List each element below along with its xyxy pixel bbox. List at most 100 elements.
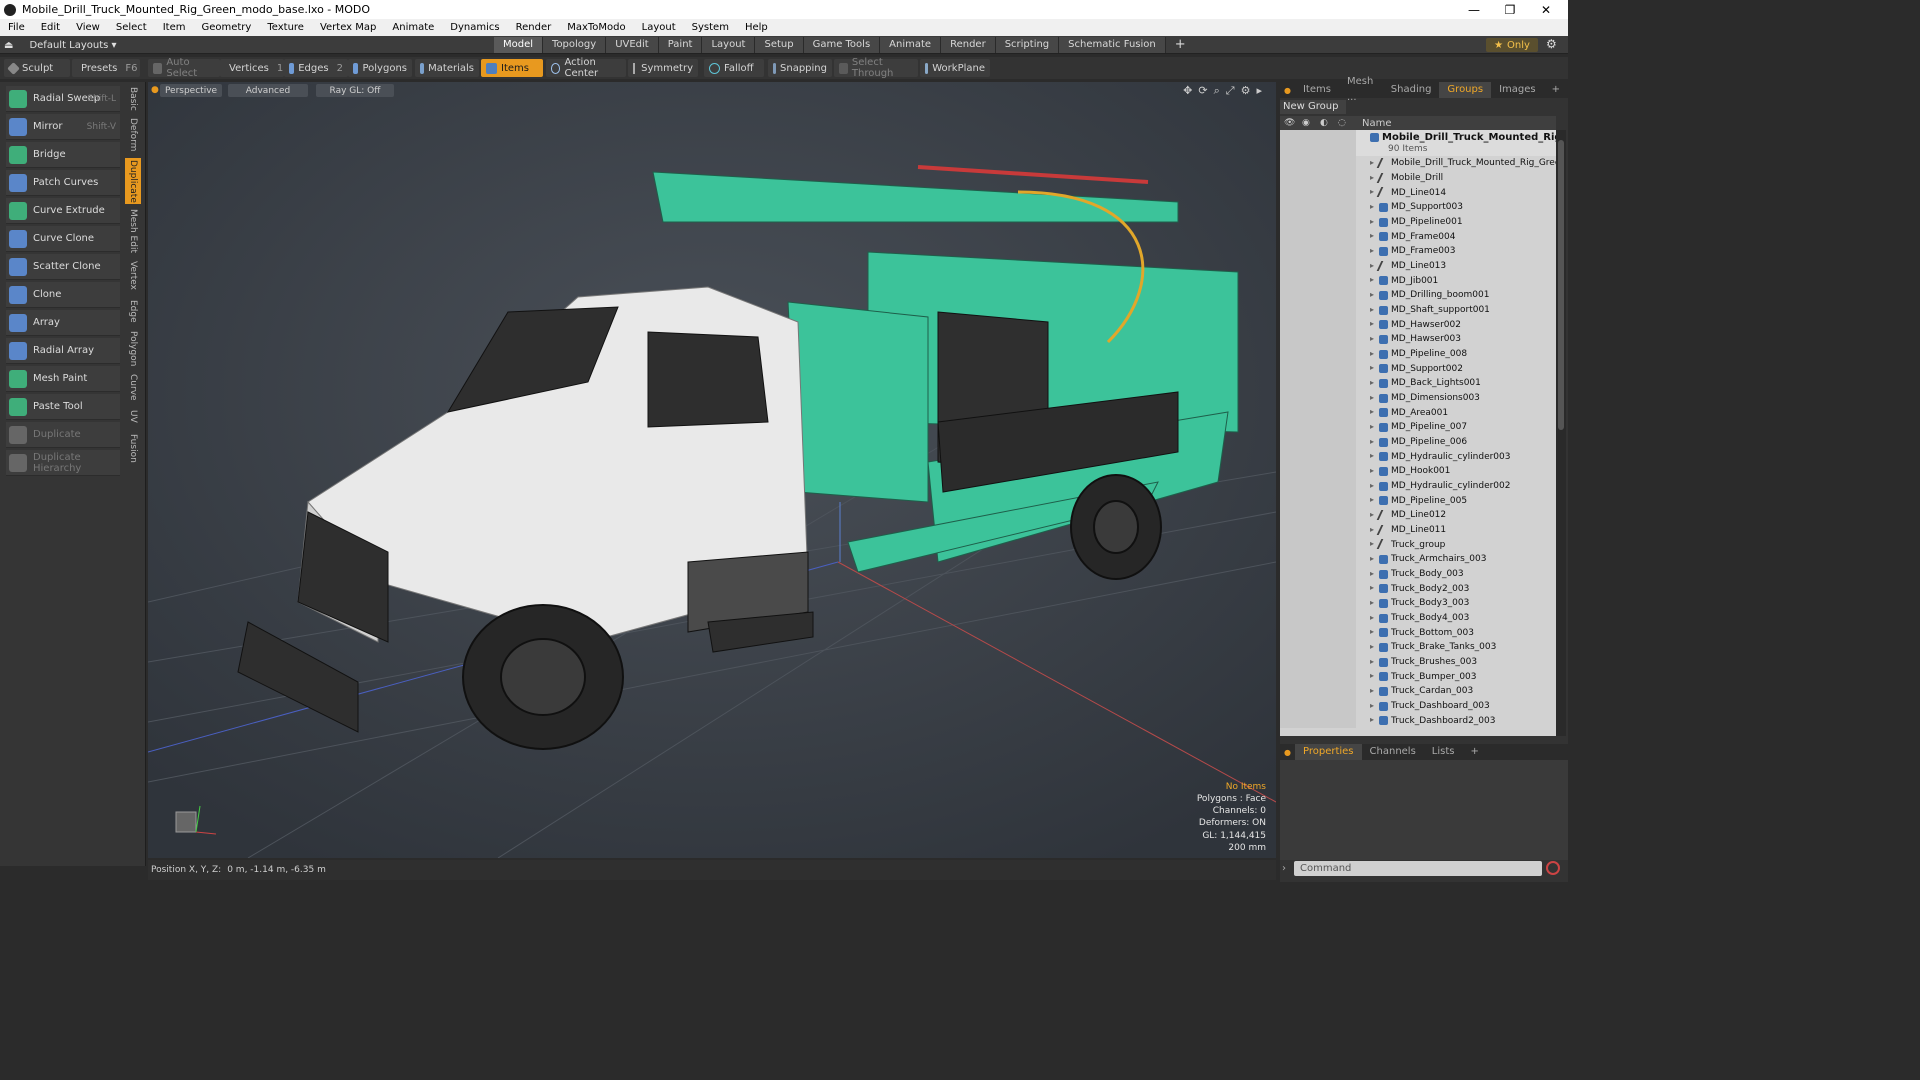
list-item[interactable]: ▸ MD_Frame003 bbox=[1280, 244, 1556, 259]
expand-arrow-icon[interactable]: ▸ bbox=[1370, 275, 1374, 284]
panel-options-icon[interactable]: ● bbox=[1280, 86, 1295, 95]
list-item[interactable]: ▸ MD_Line012 bbox=[1280, 508, 1556, 523]
presets-button[interactable]: Presets F6 bbox=[72, 59, 140, 77]
list-item[interactable]: ▸ MD_Hydraulic_cylinder003 bbox=[1280, 449, 1556, 465]
expand-arrow-icon[interactable]: ▸ bbox=[1370, 246, 1374, 255]
list-item[interactable]: ▸ MD_Pipeline_006 bbox=[1280, 434, 1556, 450]
tool-patch-curves[interactable]: Patch Curves bbox=[6, 170, 120, 196]
pan-icon[interactable]: ✥ bbox=[1183, 84, 1192, 98]
list-item[interactable]: ▸ MD_Hawser002 bbox=[1280, 317, 1556, 333]
list-item[interactable]: ▸ MD_Back_Lights001 bbox=[1280, 376, 1556, 391]
vtab-duplicate[interactable]: Duplicate bbox=[125, 158, 141, 204]
tab-animate[interactable]: Animate bbox=[880, 37, 942, 53]
menu-maxtomodo[interactable]: MaxToModo bbox=[559, 22, 633, 33]
expand-arrow-icon[interactable]: ▸ bbox=[1370, 510, 1374, 519]
list-item[interactable]: ▸ Truck_Body3_003 bbox=[1280, 596, 1556, 611]
list-item[interactable]: ▸ MD_Support002 bbox=[1280, 361, 1556, 377]
tool-radial-sweep[interactable]: Radial Sweep Shift-L bbox=[6, 86, 120, 112]
list-item[interactable]: ▸ MD_Frame004 bbox=[1280, 229, 1556, 244]
menu-item[interactable]: Item bbox=[155, 22, 194, 33]
expand-arrow-icon[interactable]: ▸ bbox=[1370, 261, 1374, 270]
expand-arrow-icon[interactable]: ▸ bbox=[1370, 305, 1374, 314]
list-item[interactable]: ▸ MD_Jib001 bbox=[1280, 273, 1556, 289]
tool-bridge[interactable]: Bridge bbox=[6, 142, 120, 168]
properties-options-icon[interactable]: ● bbox=[1280, 748, 1295, 757]
list-item[interactable]: ▸ Truck_Brake_Tanks_003 bbox=[1280, 640, 1556, 655]
menu-help[interactable]: Help bbox=[737, 22, 776, 33]
expand-arrow-icon[interactable]: ▸ bbox=[1370, 495, 1374, 504]
tab-topology[interactable]: Topology bbox=[543, 37, 607, 53]
tool-array[interactable]: Array bbox=[6, 310, 120, 336]
tab-groups[interactable]: Groups bbox=[1439, 82, 1492, 98]
expand-arrow-icon[interactable]: ▸ bbox=[1370, 349, 1374, 358]
tab-render[interactable]: Render bbox=[941, 37, 996, 53]
menu-file[interactable]: File bbox=[0, 22, 33, 33]
tool-curve-extrude[interactable]: Curve Extrude bbox=[6, 198, 120, 224]
command-input[interactable]: Command bbox=[1294, 861, 1542, 876]
tab-layout[interactable]: Layout bbox=[702, 37, 756, 53]
list-item[interactable]: ▸ MD_Line014 bbox=[1280, 185, 1556, 200]
expand-arrow-icon[interactable]: ▸ bbox=[1370, 319, 1374, 328]
tool-clone[interactable]: Clone bbox=[6, 282, 120, 308]
lock-column-icon[interactable]: ◉ bbox=[1302, 118, 1310, 128]
list-item[interactable]: ▸ Truck_Body4_003 bbox=[1280, 610, 1556, 626]
expand-arrow-icon[interactable]: ▸ bbox=[1370, 671, 1374, 680]
list-item[interactable]: ▸ MD_Pipeline001 bbox=[1280, 214, 1556, 230]
expand-arrow-icon[interactable]: ▸ bbox=[1370, 393, 1374, 402]
list-item[interactable]: ▸ Truck_Cardan_003 bbox=[1280, 684, 1556, 699]
only-toggle[interactable]: ★ Only bbox=[1486, 38, 1538, 52]
tab-lists[interactable]: Lists bbox=[1424, 744, 1463, 760]
expand-arrow-icon[interactable]: ▸ bbox=[1370, 290, 1374, 299]
edges-button[interactable]: Edges 2 bbox=[284, 59, 348, 77]
tab-images[interactable]: Images bbox=[1491, 82, 1544, 98]
group-row[interactable]: Mobile_Drill_Truck_Mounted_Rig_... 90 It… bbox=[1280, 130, 1556, 156]
list-item[interactable]: ▸ Truck_Bottom_003 bbox=[1280, 625, 1556, 641]
menu-geometry[interactable]: Geometry bbox=[193, 22, 259, 33]
tool-duplicate-hierarchy[interactable]: Duplicate Hierarchy bbox=[6, 450, 120, 476]
maximize-button[interactable]: ❐ bbox=[1492, 0, 1528, 19]
tool-paste-tool[interactable]: Paste Tool bbox=[6, 394, 120, 420]
materials-button[interactable]: Materials bbox=[415, 59, 479, 77]
expand-arrow-icon[interactable]: ▸ bbox=[1370, 451, 1374, 460]
name-column-header[interactable]: Name bbox=[1362, 118, 1392, 129]
expand-arrow-icon[interactable]: ▸ bbox=[1370, 422, 1374, 431]
select-column-icon[interactable]: ◌ bbox=[1338, 118, 1346, 128]
list-item[interactable]: ▸ MD_Support003 bbox=[1280, 200, 1556, 215]
menu-layout[interactable]: Layout bbox=[634, 22, 684, 33]
tool-curve-clone[interactable]: Curve Clone bbox=[6, 226, 120, 252]
tool-duplicate[interactable]: Duplicate bbox=[6, 422, 120, 448]
tool-mesh-paint[interactable]: Mesh Paint bbox=[6, 366, 120, 392]
scrollbar-thumb[interactable] bbox=[1558, 140, 1564, 430]
expand-arrow-icon[interactable]: ▸ bbox=[1370, 539, 1374, 548]
select-through-button[interactable]: Select Through bbox=[834, 57, 918, 79]
tab-scripting[interactable]: Scripting bbox=[995, 37, 1060, 53]
vtab-uv[interactable]: UV bbox=[125, 406, 141, 426]
menu-view[interactable]: View bbox=[68, 22, 108, 33]
layout-selector[interactable]: ⏏ Default Layouts ▾ bbox=[4, 36, 117, 54]
list-item[interactable]: ▸ MD_Pipeline_007 bbox=[1280, 420, 1556, 435]
vtab-basic[interactable]: Basic bbox=[125, 84, 141, 114]
expand-arrow-icon[interactable]: ▸ bbox=[1370, 642, 1374, 651]
list-item[interactable]: ▸ Truck_Brushes_003 bbox=[1280, 654, 1556, 670]
expand-arrow-icon[interactable]: ▸ bbox=[1370, 158, 1374, 167]
list-item[interactable]: ▸ Truck_Body2_003 bbox=[1280, 581, 1556, 597]
list-item[interactable]: ▸ Truck_group bbox=[1280, 537, 1556, 553]
menu-render[interactable]: Render bbox=[508, 22, 560, 33]
shading-dropdown[interactable]: Advanced bbox=[228, 84, 308, 97]
vertices-button[interactable]: Vertices 1 bbox=[220, 59, 284, 77]
add-tab-button[interactable]: + bbox=[1166, 37, 1195, 53]
list-item[interactable]: ▸ Truck_Armchairs_003 bbox=[1280, 552, 1556, 567]
viewport-expand-icon[interactable]: ▸ bbox=[1256, 84, 1262, 98]
raygl-toggle[interactable]: Ray GL: Off bbox=[316, 84, 394, 97]
menu-texture[interactable]: Texture bbox=[259, 22, 312, 33]
list-item[interactable]: ▸ MD_Drilling_boom001 bbox=[1280, 288, 1556, 303]
menu-animate[interactable]: Animate bbox=[384, 22, 442, 33]
expand-arrow-icon[interactable]: ▸ bbox=[1370, 554, 1374, 563]
expand-arrow-icon[interactable]: ▸ bbox=[1370, 217, 1374, 226]
list-item[interactable]: ▸ MD_Area001 bbox=[1280, 405, 1556, 421]
render-column-icon[interactable]: ◐ bbox=[1320, 118, 1328, 128]
tab-properties[interactable]: Properties bbox=[1294, 744, 1362, 760]
gear-icon[interactable]: ⚙ bbox=[1546, 37, 1557, 51]
viewport-options-icon[interactable]: ● bbox=[151, 85, 159, 95]
list-item[interactable]: ▸ Truck_Dashboard_003 bbox=[1280, 698, 1556, 714]
